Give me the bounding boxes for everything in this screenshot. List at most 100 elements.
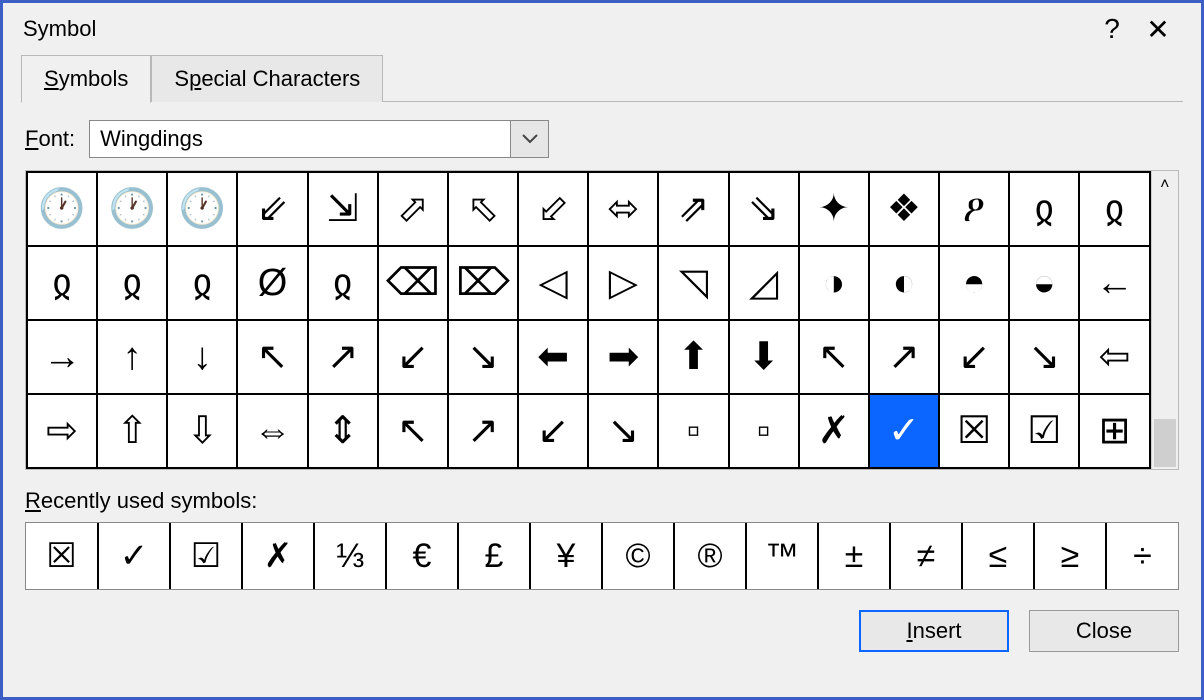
recent-cell[interactable]: ✗ (242, 523, 314, 589)
symbol-cell[interactable]: ⬆ (658, 320, 728, 394)
symbol-cell[interactable]: Ø (237, 246, 307, 320)
symbol-cell[interactable]: ◹ (658, 246, 728, 320)
insert-button[interactable]: Insert (859, 610, 1009, 652)
symbol-cell[interactable]: ⬁ (448, 172, 518, 246)
symbol-cell[interactable]: ↗ (869, 320, 939, 394)
symbol-cell[interactable]: ⬀ (378, 172, 448, 246)
symbol-cell[interactable]: ✓ (869, 394, 939, 468)
close-button[interactable]: Close (1029, 610, 1179, 652)
symbol-cell[interactable]: ዖ (939, 172, 1009, 246)
recent-cell[interactable]: ≥ (1034, 523, 1106, 589)
symbol-cell[interactable]: ⌦ (448, 246, 518, 320)
symbol-cell[interactable]: ჲ (27, 246, 97, 320)
symbol-cell[interactable]: ⇙ (237, 172, 307, 246)
tab-special-characters[interactable]: Special Characters (151, 55, 383, 102)
symbol-cell[interactable]: ❖ (869, 172, 939, 246)
symbol-cell[interactable]: ⇲ (308, 172, 378, 246)
symbol-cell[interactable]: ↓ (167, 320, 237, 394)
symbol-cell[interactable]: ↖ (378, 394, 448, 468)
symbol-cell[interactable]: ↖ (799, 320, 869, 394)
symbol-dialog: Symbol ? ✕ Symbols Special Characters Fo… (0, 0, 1204, 700)
recent-wrap: ☒✓☑✗⅓€£¥©®™±≠≤≥÷ (25, 522, 1179, 590)
recent-cell[interactable]: ™ (746, 523, 818, 589)
symbol-cell[interactable]: ჲ (308, 246, 378, 320)
recent-cell[interactable]: ⅓ (314, 523, 386, 589)
symbol-cell[interactable]: ↙ (378, 320, 448, 394)
symbol-cell[interactable]: ➡ (588, 320, 658, 394)
symbol-cell[interactable]: ჲ (167, 246, 237, 320)
symbol-cell[interactable]: ⇨ (27, 394, 97, 468)
symbol-grid-wrap: 🕐🕐🕐⇙⇲⬀⬁⬃⬄⇗⇘✦❖ዖჲჲჲჲჲØჲ⌫⌦◁▷◹◿◑◐◓◒←→↑↓↖↗↙↘⬅… (25, 170, 1179, 470)
symbol-cell[interactable]: ⇧ (97, 394, 167, 468)
recent-cell[interactable]: € (386, 523, 458, 589)
symbol-cell[interactable]: ↙ (939, 320, 1009, 394)
symbol-cell[interactable]: 🕐 (97, 172, 167, 246)
recent-cell[interactable]: ¥ (530, 523, 602, 589)
recent-cell[interactable]: ÷ (1106, 523, 1178, 589)
symbol-cell[interactable]: ⬄ (588, 172, 658, 246)
symbol-cell[interactable]: ჲ (1009, 172, 1079, 246)
symbol-cell[interactable]: ◓ (939, 246, 1009, 320)
font-dropdown-button[interactable] (510, 121, 548, 157)
symbol-cell[interactable]: ⇗ (658, 172, 728, 246)
symbol-cell[interactable]: ↑ (97, 320, 167, 394)
recent-cell[interactable]: £ (458, 523, 530, 589)
symbol-grid[interactable]: 🕐🕐🕐⇙⇲⬀⬁⬃⬄⇗⇘✦❖ዖჲჲჲჲჲØჲ⌫⌦◁▷◹◿◑◐◓◒←→↑↓↖↗↙↘⬅… (26, 171, 1151, 469)
scroll-track[interactable] (1152, 199, 1178, 441)
recent-cell[interactable]: © (602, 523, 674, 589)
recent-cell[interactable]: ± (818, 523, 890, 589)
symbol-cell[interactable]: ⊞ (1079, 394, 1149, 468)
help-button[interactable]: ? (1089, 6, 1135, 52)
symbol-cell[interactable]: ⬅ (518, 320, 588, 394)
grid-scrollbar[interactable]: ˄ ˅ (1151, 171, 1178, 469)
symbol-cell[interactable]: ⇩ (167, 394, 237, 468)
symbol-cell[interactable]: ☑ (1009, 394, 1079, 468)
symbol-cell[interactable]: ◑ (799, 246, 869, 320)
symbol-cell[interactable]: ⇦ (1079, 320, 1149, 394)
symbol-cell[interactable]: ↘ (1009, 320, 1079, 394)
symbol-cell[interactable]: ← (1079, 246, 1149, 320)
recent-grid[interactable]: ☒✓☑✗⅓€£¥©®™±≠≤≥÷ (26, 523, 1178, 589)
recent-cell[interactable]: ≤ (962, 523, 1034, 589)
symbol-cell[interactable]: ◐ (869, 246, 939, 320)
symbol-cell[interactable]: ↙ (518, 394, 588, 468)
recent-cell[interactable]: ☒ (26, 523, 98, 589)
symbol-cell[interactable]: ⬃ (518, 172, 588, 246)
recent-cell[interactable]: ☑ (170, 523, 242, 589)
symbol-cell[interactable]: ↗ (448, 394, 518, 468)
symbol-cell[interactable]: ↘ (448, 320, 518, 394)
symbol-cell[interactable]: ✗ (799, 394, 869, 468)
symbol-cell[interactable]: ⌫ (378, 246, 448, 320)
symbol-cell[interactable]: ▷ (588, 246, 658, 320)
dialog-footer: Insert Close (25, 610, 1179, 652)
symbol-cell[interactable]: ⇕ (308, 394, 378, 468)
recent-cell[interactable]: ≠ (890, 523, 962, 589)
symbol-cell[interactable]: ☒ (939, 394, 1009, 468)
font-combobox[interactable]: Wingdings (89, 120, 549, 158)
scroll-thumb[interactable] (1154, 419, 1176, 467)
symbol-cell[interactable]: 🕐 (167, 172, 237, 246)
symbol-cell[interactable]: ⇔ (237, 394, 307, 468)
symbol-cell[interactable]: ✦ (799, 172, 869, 246)
font-row: Font: Wingdings (25, 120, 1179, 158)
tab-symbols[interactable]: Symbols (21, 55, 151, 103)
symbol-cell[interactable]: ⬇ (729, 320, 799, 394)
symbol-cell[interactable]: ⇘ (729, 172, 799, 246)
symbol-cell[interactable]: ◒ (1009, 246, 1079, 320)
recent-cell[interactable]: ✓ (98, 523, 170, 589)
symbol-cell[interactable]: ◿ (729, 246, 799, 320)
symbol-cell[interactable]: ◁ (518, 246, 588, 320)
recent-cell[interactable]: ® (674, 523, 746, 589)
symbol-cell[interactable]: ↖ (237, 320, 307, 394)
symbol-cell[interactable]: ↘ (588, 394, 658, 468)
title-bar: Symbol ? ✕ (3, 3, 1201, 55)
symbol-cell[interactable]: ჲ (97, 246, 167, 320)
symbol-cell[interactable]: → (27, 320, 97, 394)
symbol-cell[interactable]: 🕐 (27, 172, 97, 246)
symbol-cell[interactable]: ▫ (729, 394, 799, 468)
scroll-up-button[interactable]: ˄ (1152, 171, 1178, 199)
symbol-cell[interactable]: ↗ (308, 320, 378, 394)
symbol-cell[interactable]: ▫ (658, 394, 728, 468)
close-icon[interactable]: ✕ (1135, 6, 1181, 52)
symbol-cell[interactable]: ჲ (1079, 172, 1149, 246)
